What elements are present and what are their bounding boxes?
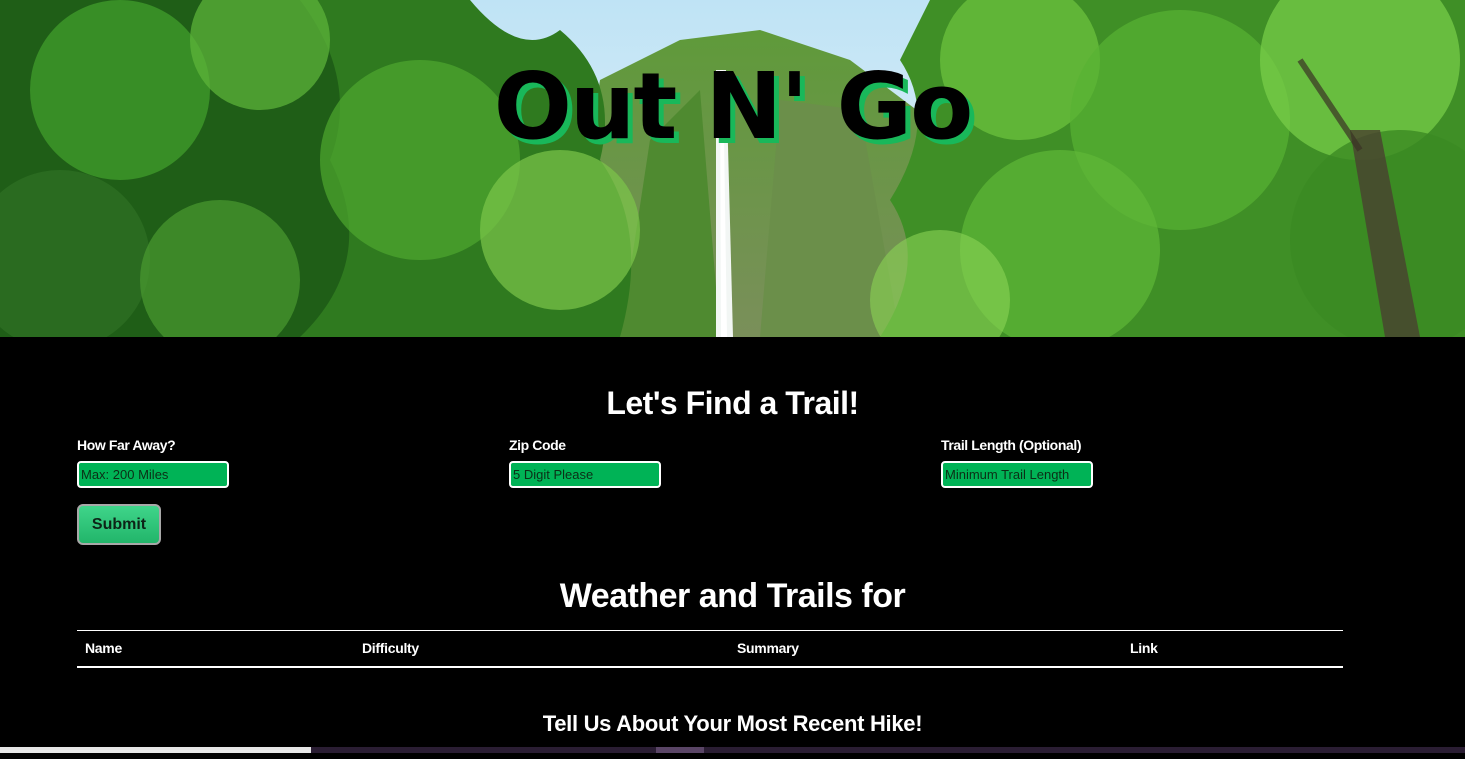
distance-input[interactable] xyxy=(77,461,229,488)
zip-field-group: Zip Code xyxy=(509,437,661,488)
results-table: Name Difficulty Summary Link xyxy=(77,630,1343,668)
distance-label: How Far Away? xyxy=(77,437,176,453)
trail-length-field-group: Trail Length (Optional) xyxy=(941,437,1093,488)
hero-banner: Out N' Go xyxy=(0,0,1465,337)
table-header-row: Name Difficulty Summary Link xyxy=(77,630,1343,668)
site-title: Out N' Go xyxy=(493,53,974,160)
column-header-link: Link xyxy=(1122,630,1343,668)
column-header-difficulty: Difficulty xyxy=(354,630,729,668)
zip-input[interactable] xyxy=(509,461,661,488)
trail-length-label: Trail Length (Optional) xyxy=(941,437,1082,453)
waterfall-forest-image xyxy=(0,0,1465,337)
zip-label: Zip Code xyxy=(509,437,566,453)
find-trail-heading: Let's Find a Trail! xyxy=(606,385,859,421)
weather-trails-heading: Weather and Trails for xyxy=(559,577,906,615)
bottom-strip xyxy=(0,747,1465,753)
distance-field-group: How Far Away? xyxy=(77,437,229,488)
trail-length-input[interactable] xyxy=(941,461,1093,488)
recent-hike-heading: Tell Us About Your Most Recent Hike! xyxy=(542,711,923,736)
submit-button[interactable]: Submit xyxy=(77,504,161,545)
main-content: Let's Find a Trail! How Far Away? Zip Co… xyxy=(0,337,1465,753)
column-header-summary: Summary xyxy=(729,630,1122,668)
column-header-name: Name xyxy=(77,630,354,668)
